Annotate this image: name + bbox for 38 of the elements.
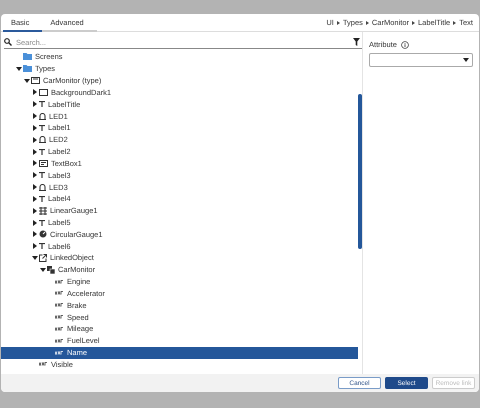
variable-icon (55, 350, 64, 355)
filter-icon[interactable] (353, 38, 360, 46)
variable-icon (39, 362, 48, 366)
caret-down-icon[interactable] (16, 66, 22, 71)
textbox-icon (39, 160, 48, 167)
info-icon[interactable] (400, 40, 409, 48)
dial-icon (39, 230, 47, 238)
chevron-right-icon (336, 20, 340, 24)
gauge-icon (39, 206, 47, 215)
caret-down-icon (463, 58, 469, 62)
bell-icon (39, 136, 46, 144)
caret-down-icon[interactable] (40, 268, 46, 272)
rectangle-icon (39, 88, 48, 96)
caret-down-icon[interactable] (24, 78, 30, 83)
object-icon (47, 266, 55, 274)
chevron-right-icon (453, 20, 456, 24)
search-icon (4, 38, 12, 46)
window-icon (31, 77, 40, 84)
link-icon (39, 254, 47, 262)
variable-icon (55, 338, 64, 343)
text-icon (39, 172, 45, 178)
bell-icon (39, 184, 46, 191)
variable-icon (55, 280, 64, 284)
text-icon (39, 220, 45, 226)
variable-icon (55, 315, 64, 320)
variable-icon (55, 326, 64, 331)
variable-icon (55, 303, 64, 308)
bell-icon (39, 112, 46, 120)
text-icon (39, 148, 45, 155)
scrollbar-thumb[interactable] (358, 94, 362, 249)
chevron-right-icon (412, 20, 415, 24)
text-icon (39, 101, 45, 108)
chevron-right-icon (366, 20, 369, 24)
variable-icon (55, 291, 64, 296)
text-icon (39, 124, 45, 131)
text-icon (39, 196, 45, 202)
text-icon (39, 243, 45, 250)
caret-down-icon[interactable] (32, 256, 38, 260)
